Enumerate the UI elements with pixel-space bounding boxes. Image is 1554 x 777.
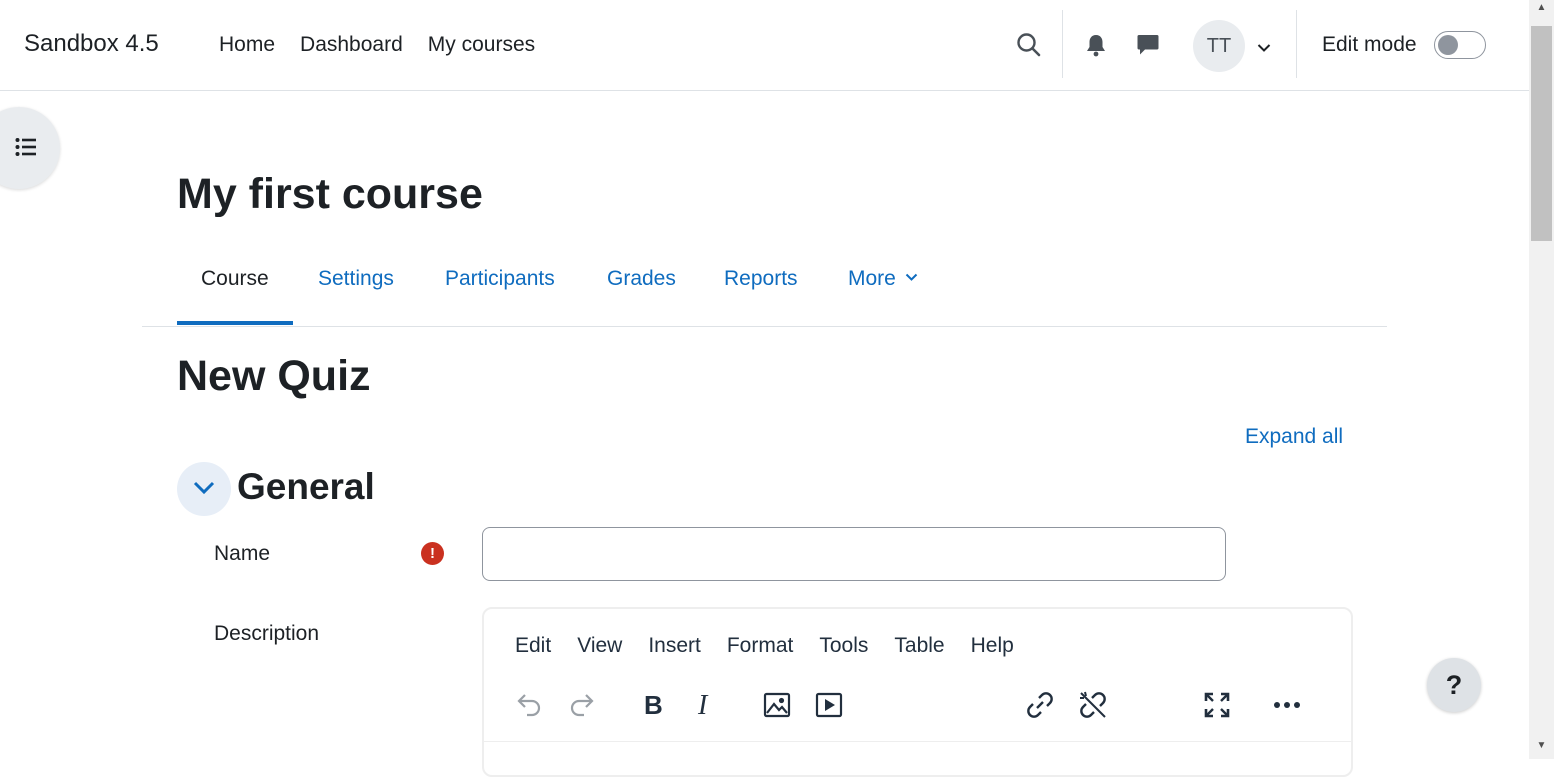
bell-icon[interactable]: [1085, 33, 1107, 62]
media-icon[interactable]: [812, 688, 846, 722]
tab-grades[interactable]: Grades: [607, 267, 676, 291]
course-index-toggle[interactable]: [0, 107, 60, 189]
menu-table[interactable]: Table: [894, 634, 944, 658]
chevron-down-icon[interactable]: [1257, 40, 1271, 58]
course-title: My first course: [177, 170, 483, 218]
menu-edit[interactable]: Edit: [515, 634, 551, 658]
user-avatar[interactable]: TT: [1193, 20, 1245, 72]
section-collapse-button[interactable]: [177, 462, 231, 516]
nav-home-link[interactable]: Home: [219, 33, 275, 57]
scroll-thumb[interactable]: [1531, 26, 1552, 241]
list-icon: [15, 138, 36, 156]
link-icon[interactable]: [1023, 688, 1057, 722]
chevron-down-icon: [905, 273, 917, 281]
expand-all-link[interactable]: Expand all: [1245, 425, 1343, 449]
top-navbar: Sandbox 4.5 Home Dashboard My courses TT…: [0, 0, 1529, 91]
editor-toolbar-divider: [484, 741, 1351, 742]
description-label: Description: [214, 622, 320, 645]
italic-icon[interactable]: I: [688, 688, 722, 722]
site-brand[interactable]: Sandbox 4.5: [24, 30, 159, 58]
edit-mode-toggle[interactable]: [1434, 31, 1486, 59]
chevron-down-icon: [193, 481, 215, 495]
menu-help[interactable]: Help: [971, 634, 1014, 658]
undo-icon[interactable]: [512, 688, 546, 722]
tab-more-label: More: [848, 267, 896, 290]
navbar-divider: [1296, 10, 1297, 78]
menu-tools[interactable]: Tools: [819, 634, 868, 658]
editor-menubar: Edit View Insert Format Tools Table Help: [515, 634, 1040, 658]
tab-participants[interactable]: Participants: [445, 267, 555, 291]
page-heading: New Quiz: [177, 352, 371, 400]
toggle-knob: [1438, 35, 1458, 55]
active-tab-indicator: [177, 321, 293, 325]
nav-my-courses-link[interactable]: My courses: [428, 33, 535, 57]
tab-reports[interactable]: Reports: [724, 267, 798, 291]
menu-format[interactable]: Format: [727, 634, 794, 658]
help-button[interactable]: ?: [1427, 658, 1481, 712]
more-icon[interactable]: [1270, 688, 1304, 722]
message-icon[interactable]: [1136, 33, 1160, 62]
search-icon[interactable]: [1016, 32, 1042, 63]
edit-mode-label: Edit mode: [1322, 33, 1417, 56]
image-icon[interactable]: [760, 688, 794, 722]
fullscreen-icon[interactable]: [1200, 688, 1234, 722]
required-icon: !: [421, 542, 444, 565]
navbar-divider: [1062, 10, 1063, 78]
tab-more[interactable]: More: [848, 267, 918, 291]
section-title: General: [237, 466, 375, 507]
bold-icon[interactable]: B: [636, 688, 670, 722]
course-secondary-navigation: Course Settings Participants Grades Repo…: [142, 245, 1387, 327]
tab-course[interactable]: Course: [201, 267, 269, 291]
scroll-down-arrow[interactable]: ▼: [1529, 738, 1554, 754]
svg-text:B: B: [644, 692, 663, 718]
description-editor[interactable]: Edit View Insert Format Tools Table Help…: [482, 607, 1353, 777]
tab-settings[interactable]: Settings: [318, 267, 394, 291]
primary-navigation: Home Dashboard My courses: [219, 33, 535, 57]
menu-insert[interactable]: Insert: [648, 634, 701, 658]
page-scrollbar[interactable]: ▲ ▼: [1529, 0, 1554, 759]
menu-view[interactable]: View: [577, 634, 622, 658]
scroll-up-arrow[interactable]: ▲: [1529, 0, 1554, 16]
name-label: Name: [214, 542, 271, 565]
unlink-icon[interactable]: [1076, 688, 1110, 722]
name-input[interactable]: [482, 527, 1226, 581]
svg-text:I: I: [697, 692, 709, 718]
nav-dashboard-link[interactable]: Dashboard: [300, 33, 403, 57]
redo-icon[interactable]: [565, 688, 599, 722]
